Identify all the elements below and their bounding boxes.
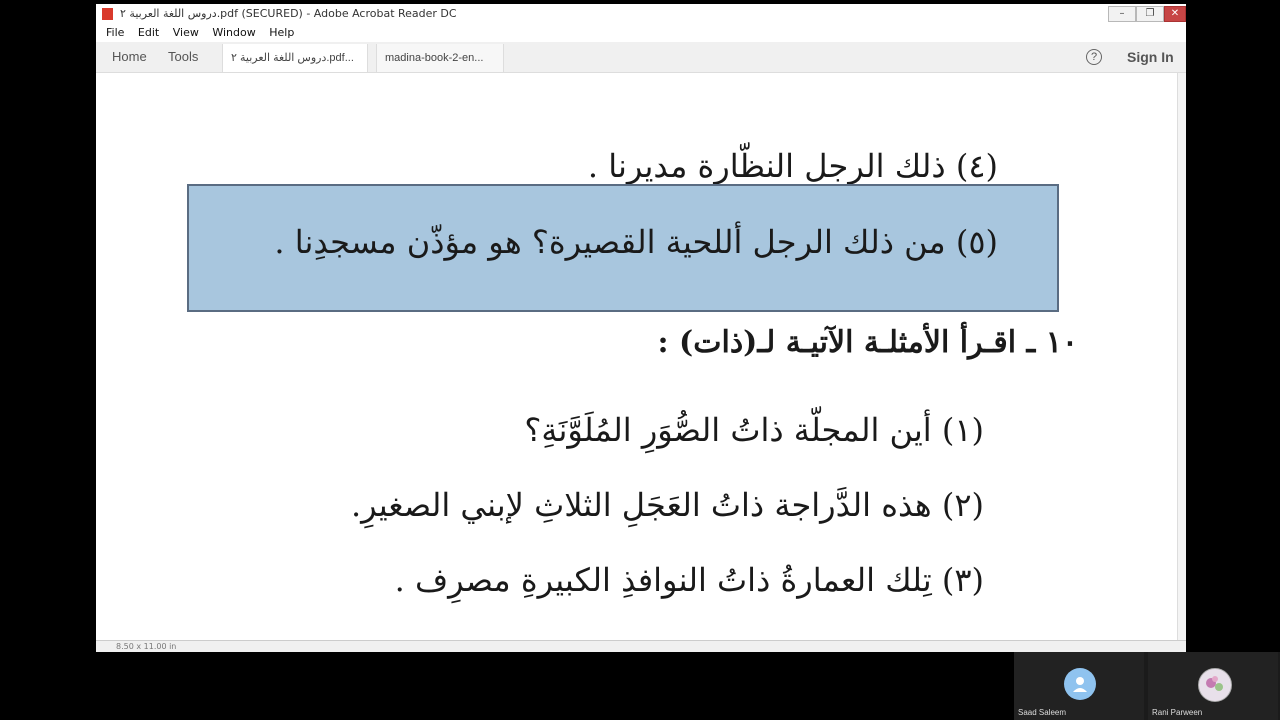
minimize-button[interactable]: – [1108, 6, 1136, 22]
example-1: (١) أين المجلّة ذاتُ الصُّوَرِ المُلَوَّ… [524, 411, 984, 449]
tab-document-madina[interactable]: madina-book-2-en... [376, 44, 504, 72]
participant-name: Saad Saleem [1018, 708, 1067, 717]
menu-help[interactable]: Help [269, 24, 294, 42]
tab-document-label: دروس اللغة العربية ٢.pdf... [231, 52, 354, 64]
document-page: (٤) ذلك الرجل النظّارة مديرنا . (٥) من ذ… [96, 73, 1178, 652]
title-bar: دروس اللغة العربية ٢.pdf (SECURED) - Ado… [96, 4, 1186, 24]
tab-document-active[interactable]: دروس اللغة العربية ٢.pdf... × [222, 44, 368, 92]
participant-name: Rani Parween [1152, 708, 1203, 717]
status-bar: 8.50 x 11.00 in [96, 640, 1186, 652]
window-title: دروس اللغة العربية ٢.pdf (SECURED) - Ado… [120, 7, 457, 20]
example-2: (٢) هذه الدَّراجة ذاتُ العَجَلِ الثلاثِ … [350, 486, 984, 524]
sign-in-button[interactable]: Sign In [1127, 42, 1174, 72]
restore-button[interactable]: ❐ [1136, 6, 1164, 22]
sentence-4: (٤) ذلك الرجل النظّارة مديرنا . [587, 147, 998, 185]
menu-view[interactable]: View [173, 24, 199, 42]
participant-tile[interactable]: Saad Saleem [1014, 652, 1144, 720]
participant-tile[interactable]: Rani Parween [1148, 652, 1278, 720]
exercise-heading: ١٠ ـ اقـرأ الأمثلـة الآتيـة لـ(ذات) : [657, 325, 1078, 360]
tab-bar: Home Tools دروس اللغة العربية ٢.pdf... ×… [96, 42, 1186, 92]
help-icon[interactable]: ? [1086, 49, 1102, 65]
menu-file[interactable]: File [106, 24, 124, 42]
user-avatar-icon [1064, 668, 1096, 700]
sentence-5: (٥) من ذلك الرجل أللحية القصيرة؟ هو مؤذّ… [274, 223, 998, 261]
tab-tools[interactable]: Tools [168, 42, 198, 72]
tab-home[interactable]: Home [112, 42, 147, 72]
menu-bar: File Edit View Window Help [96, 24, 1186, 42]
close-button[interactable]: ✕ [1164, 6, 1186, 22]
flower-avatar-icon [1198, 668, 1232, 702]
menu-window[interactable]: Window [212, 24, 255, 42]
vertical-scrollbar[interactable] [1177, 73, 1186, 652]
menu-edit[interactable]: Edit [138, 24, 159, 42]
page-size-readout: 8.50 x 11.00 in [116, 642, 177, 651]
example-3: (٣) تِلك العمارةُ ذاتُ النوافذِ الكبيرةِ… [394, 561, 984, 599]
acrobat-window: دروس اللغة العربية ٢.pdf (SECURED) - Ado… [96, 4, 1186, 652]
video-participants-panel: Saad Saleem Rani Parween [1014, 652, 1280, 720]
acrobat-icon [102, 8, 113, 20]
